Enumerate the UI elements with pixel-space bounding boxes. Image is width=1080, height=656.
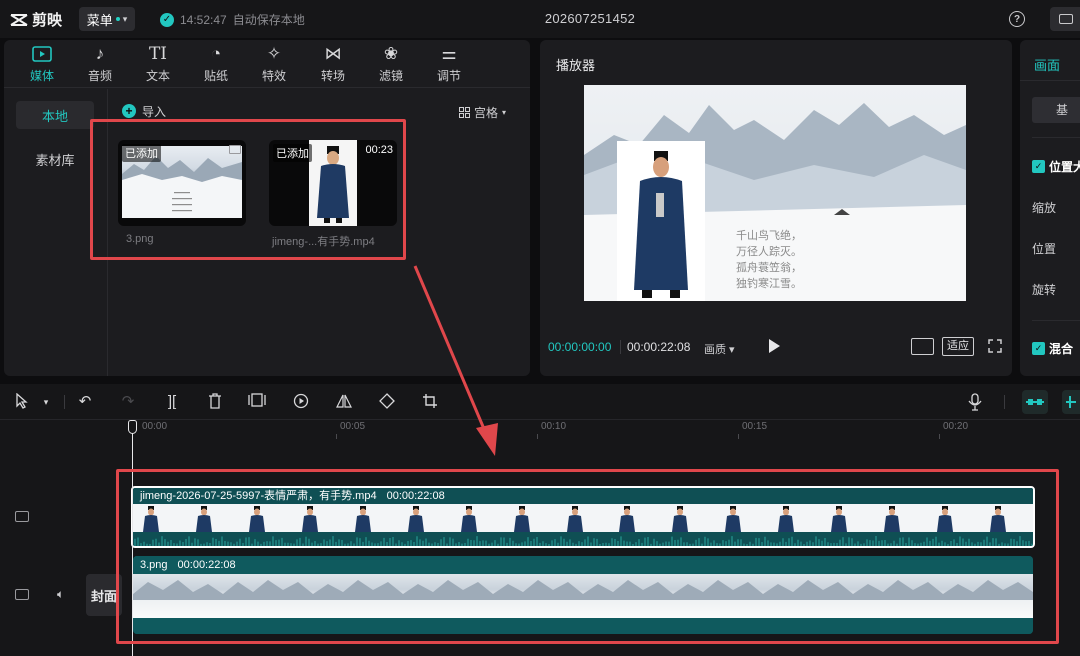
tab-adjust[interactable]: ⚌ 调节 [422,43,476,85]
split-icon[interactable]: ][ [163,393,181,411]
tab-effects[interactable]: ✧ 特效 [247,43,301,85]
project-title: 202607251452 [544,11,636,26]
properties-panel: 画面 基 ✓ 位置大 缩放 位置 旋转 ✓ 混合 [1020,40,1080,376]
blend-label: 混合 [1049,342,1074,356]
filter-icon: ❀ [383,44,399,63]
transition-icon: ⋈ [324,44,342,63]
ruler-label: 00:15 [742,421,768,432]
media-tabs: 媒体 ♪ 音频 TI 文本 ◔ 贴纸 ✧ 特效 ⋈ 转场 ❀ 滤镜 ⚌ 调节 [4,40,530,88]
sticker-icon: ◔ [210,44,222,63]
tab-audio-label: 音频 [87,69,112,83]
fullscreen-icon[interactable] [988,339,1002,353]
media-icon [15,43,69,65]
microphone-icon[interactable] [966,393,984,411]
current-timecode: 00:00:00:00 [548,340,612,354]
basic-button[interactable]: 基 [1032,97,1080,123]
tab-media[interactable]: 媒体 [15,43,69,85]
ruler-label: 00:05 [340,421,366,432]
effects-icon: ✧ [266,44,282,63]
tab-filter[interactable]: ❀ 滤镜 [364,43,418,85]
check-icon: ✓ [1032,160,1045,173]
ruler-label: 00:20 [943,421,969,432]
blend-checkbox[interactable]: ✓ 混合 [1032,340,1073,357]
redo-icon[interactable]: ↷ [119,393,137,411]
mirror-icon[interactable] [335,393,353,411]
link-toggle-icon[interactable] [1022,390,1048,414]
tab-sticker-label: 贴纸 [203,69,228,83]
title-bar: 剪映 菜单 ▾ ✓ 14:52:47 自动保存本地 202607251452 ? [0,0,1080,38]
audio-icon: ♪ [95,44,105,63]
highlight-box-timeline [116,469,1059,644]
sidebar-item-library[interactable]: 素材库 [16,145,94,173]
fit-button[interactable]: 适应 [942,337,974,356]
total-timecode: 00:00:22:08 [627,340,691,354]
playhead-handle[interactable] [128,420,137,434]
tab-transition[interactable]: ⋈ 转场 [306,43,360,85]
import-label: 导入 [142,104,167,119]
tab-effects-label: 特效 [261,69,286,83]
reverse-play-icon[interactable] [292,393,310,411]
sidebar-item-local[interactable]: 本地 [16,101,94,129]
text-icon: TI [148,44,168,64]
grid-icon [459,107,470,118]
scale-label: 缩放 [1032,201,1057,215]
rotate-label: 旋转 [1032,283,1057,297]
volume-icon[interactable]: 🔈︎ [57,587,64,602]
tab-adjust-label: 调节 [436,69,461,83]
undo-icon[interactable]: ↶ [76,393,94,411]
tab-canvas[interactable]: 画面 [1034,55,1060,74]
shortcut-button[interactable] [1050,7,1080,31]
select-tool-icon[interactable] [13,392,31,411]
poem-line: 千山鸟飞绝， [736,228,802,242]
player-panel: 播放器 千山鸟飞绝， 万径人踪灭。 孤舟蓑笠翁， 独钓寒江雪。 00:00:00… [540,40,1012,376]
crop-icon[interactable] [421,393,439,411]
snap-toggle-icon[interactable] [1062,390,1080,414]
video-track-icon[interactable] [15,511,29,522]
poem-line: 孤舟蓑笠翁， [736,260,802,274]
rotate-icon[interactable] [378,393,396,411]
plus-icon: + [122,104,136,118]
player-title: 播放器 [556,58,596,73]
tab-sticker[interactable]: ◔ 贴纸 [189,43,243,85]
import-button[interactable]: + 导入 [122,101,166,121]
keyboard-icon [1059,14,1073,24]
chevron-down-icon[interactable]: ▾ [37,393,55,411]
play-icon[interactable] [769,339,780,353]
player-controls: 00:00:00:00 00:00:22:08 画质 ▾ 适应 [540,336,1012,360]
waveform-icon[interactable] [911,338,934,355]
tab-audio[interactable]: ♪ 音频 [73,43,127,85]
highlight-box-media [90,119,406,260]
chevron-down-icon: ▾ [502,108,507,117]
quality-dropdown[interactable]: 画质 ▾ [704,341,735,357]
timeline-ruler[interactable]: 00:00 00:05 00:10 00:15 00:20 [130,420,1080,440]
tab-transition-label: 转场 [320,69,345,83]
freeze-frame-icon[interactable] [248,393,266,411]
tab-media-label: 媒体 [29,69,54,83]
position-label: 位置 [1032,242,1057,256]
tab-text-label: 文本 [145,69,170,83]
view-mode-button[interactable]: 宫格 ▾ [459,104,506,121]
tab-text[interactable]: TI 文本 [131,43,185,85]
position-size-checkbox[interactable]: ✓ 位置大 [1032,158,1080,175]
poem-line: 独钓寒江雪。 [736,276,802,290]
position-size-label: 位置大 [1049,160,1080,174]
video-track-icon[interactable] [15,589,29,600]
quality-label: 画质 [704,344,726,356]
help-icon[interactable]: ? [1009,11,1025,27]
tab-filter-label: 滤镜 [378,69,403,83]
view-mode-label: 宫格 [474,106,499,120]
poem-line: 万径人踪灭。 [736,244,802,258]
delete-icon[interactable] [206,393,224,411]
check-icon: ✓ [1032,342,1045,355]
ruler-label: 00:10 [541,421,567,432]
timeline-toolbar: ▾ ↶ ↷ ][ [0,384,1080,420]
ruler-label: 00:00 [142,421,168,432]
player-preview[interactable]: 千山鸟飞绝， 万径人踪灭。 孤舟蓑笠翁， 独钓寒江雪。 [584,85,966,301]
adjust-icon: ⚌ [441,44,457,63]
